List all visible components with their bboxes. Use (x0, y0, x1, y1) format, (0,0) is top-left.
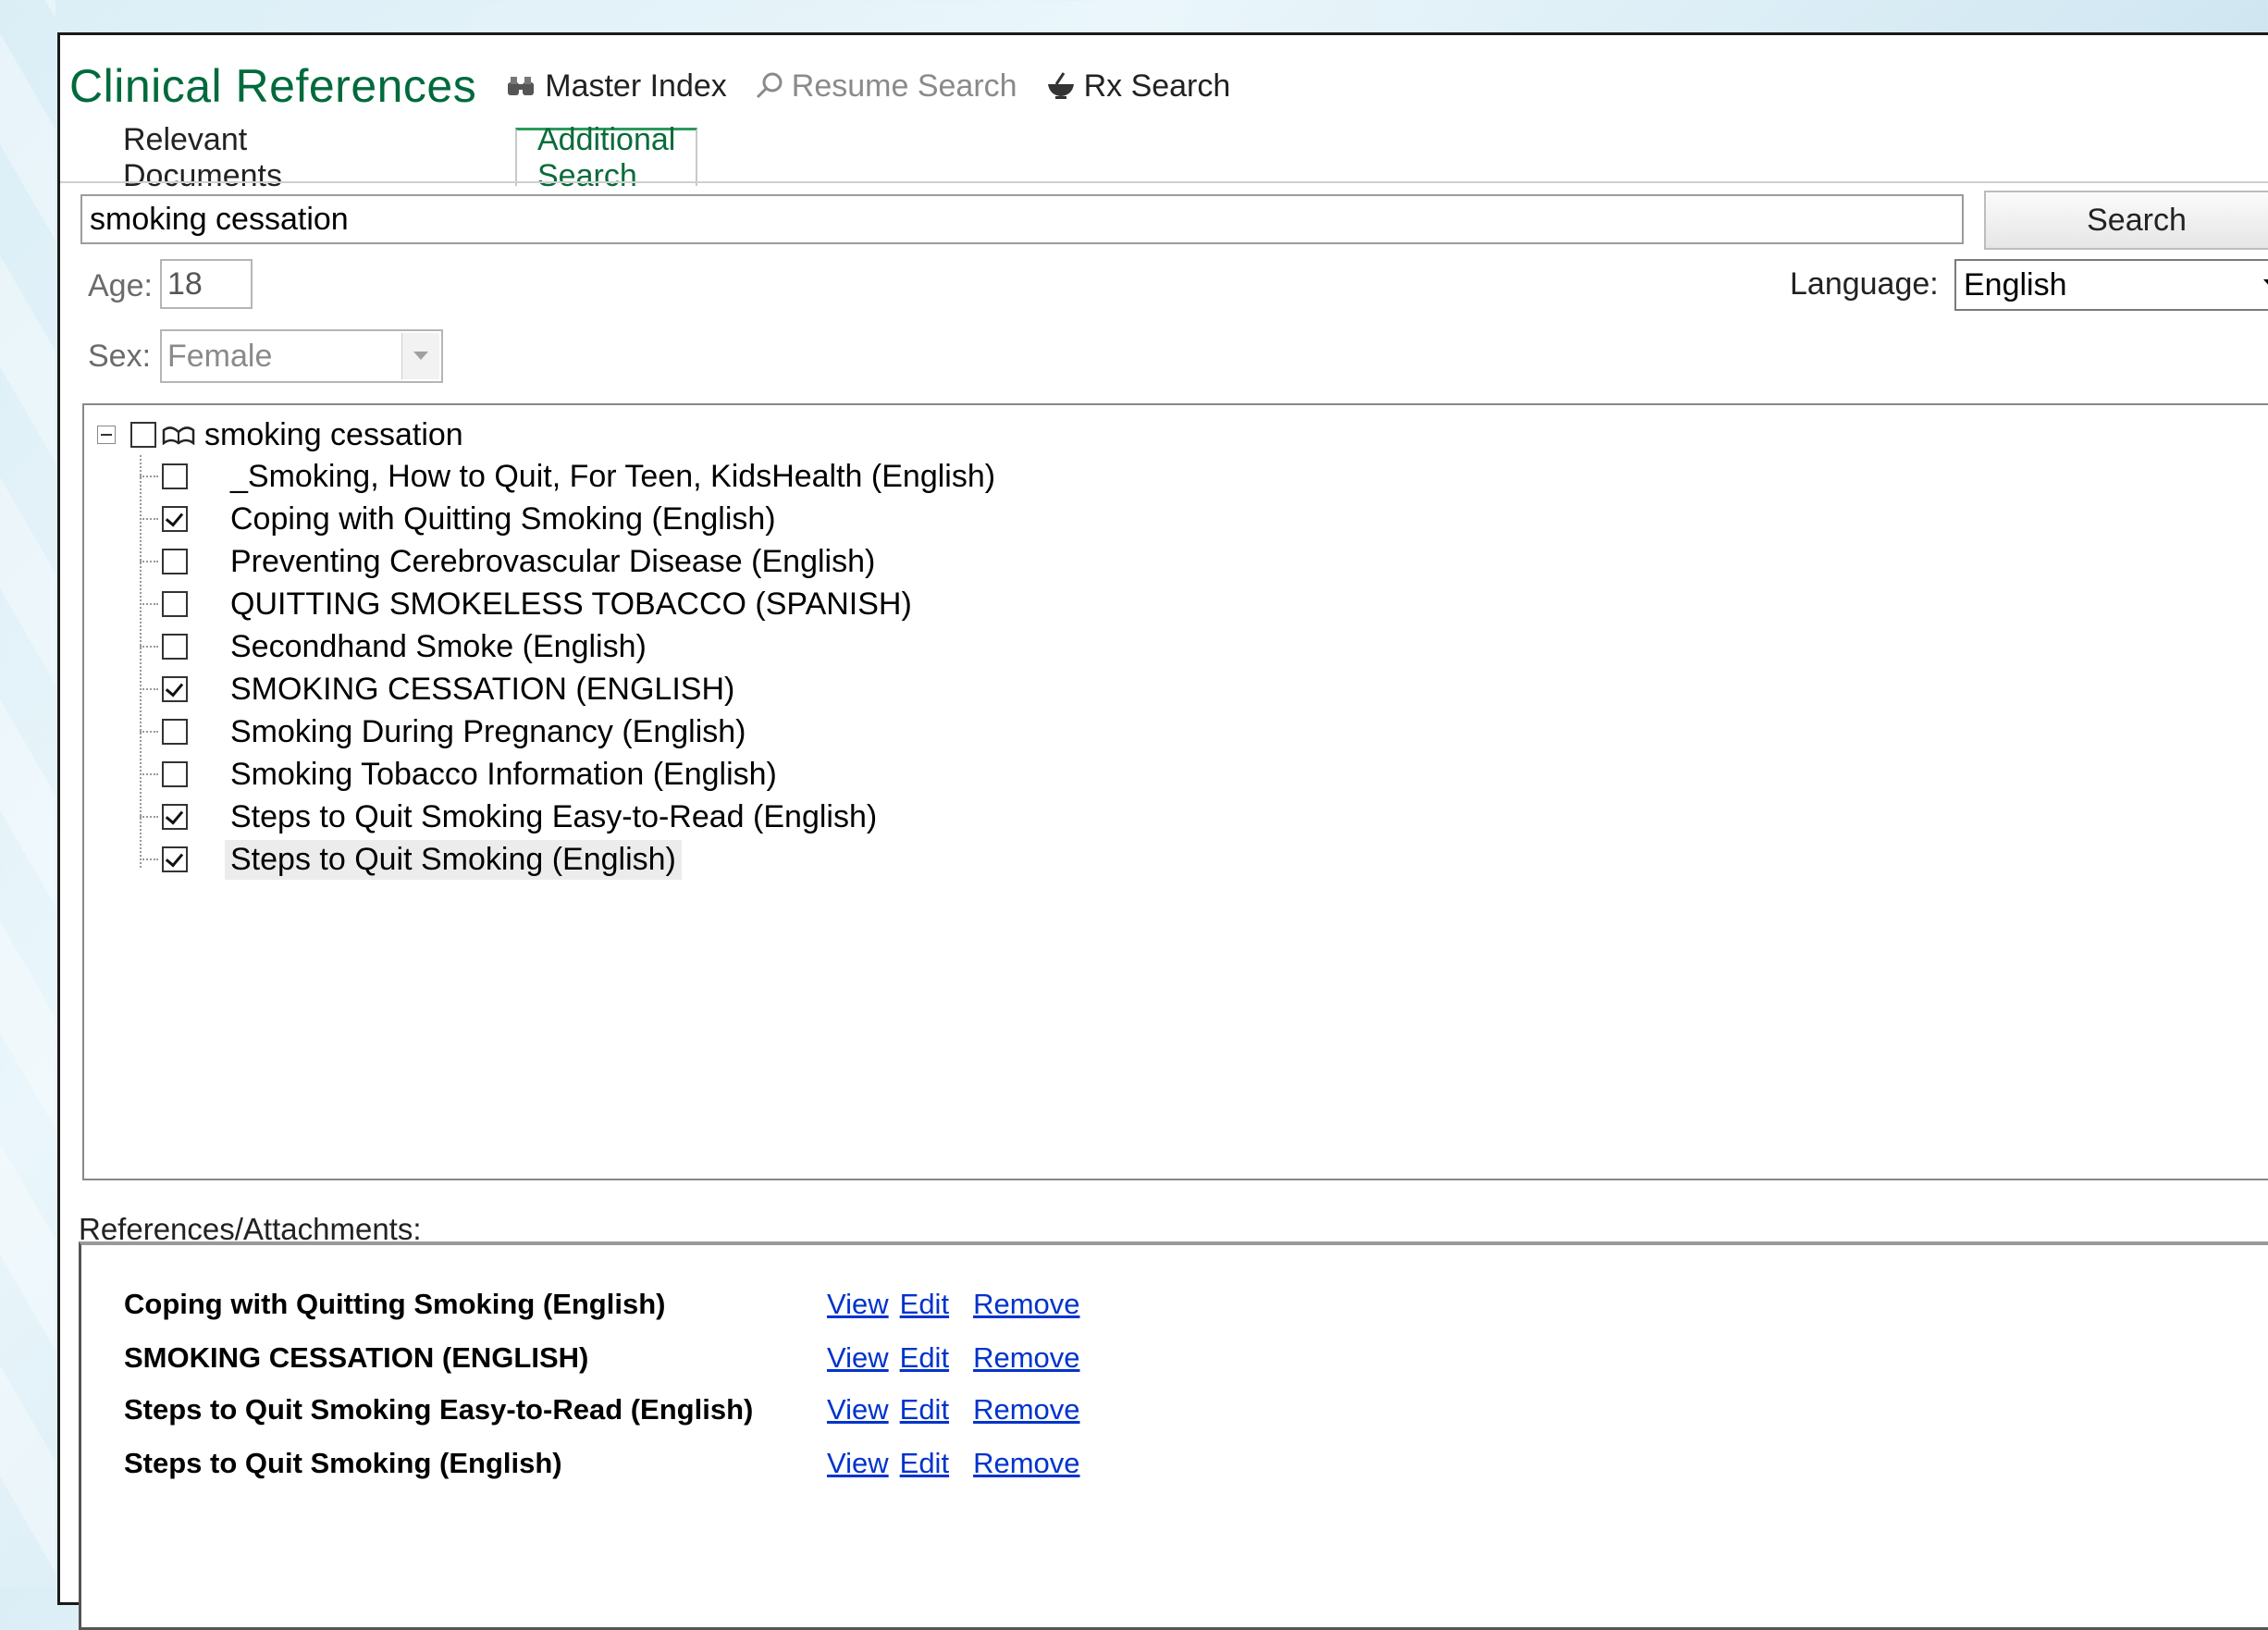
tree-connector (140, 773, 158, 775)
tab-divider (60, 181, 2268, 183)
tree-item[interactable]: SMOKING CESSATION (ENGLISH) (140, 668, 740, 710)
tree-connector (140, 475, 158, 477)
sex-value: Female (167, 338, 273, 374)
edit-link[interactable]: Edit (900, 1288, 949, 1321)
resume-search-label: Resume Search (791, 68, 1017, 104)
chevron-down-icon[interactable] (2263, 279, 2268, 289)
tree-item[interactable]: Smoking During Pregnancy (English) (140, 710, 751, 753)
binoculars-icon (508, 77, 535, 95)
sex-select[interactable]: Female (160, 329, 443, 383)
tab-relevant-documents[interactable]: Relevant Documents (103, 122, 302, 193)
view-link[interactable]: View (827, 1288, 889, 1321)
tree-item-checkbox[interactable] (162, 549, 188, 574)
age-field[interactable]: 18 (160, 259, 253, 309)
tree-item[interactable]: Smoking Tobacco Information (English) (140, 753, 783, 796)
reference-row: Steps to Quit Smoking (English) View Edi… (124, 1445, 1091, 1482)
edit-link[interactable]: Edit (900, 1341, 949, 1375)
reference-row: Steps to Quit Smoking Easy-to-Read (Engl… (124, 1391, 1091, 1428)
master-index-button[interactable]: Master Index (506, 68, 727, 105)
tree-root[interactable]: smoking cessation (97, 416, 463, 453)
tree-item-checkbox[interactable] (162, 719, 188, 745)
tree-item[interactable]: Secondhand Smoke (English) (140, 625, 652, 668)
tree-connector (140, 688, 158, 690)
search-button[interactable]: Search (1984, 191, 2268, 250)
reference-name: Steps to Quit Smoking Easy-to-Read (Engl… (124, 1393, 754, 1426)
tree-item[interactable]: Coping with Quitting Smoking (English) (140, 498, 782, 540)
tree-item-label: QUITTING SMOKELESS TOBACCO (SPANISH) (230, 586, 912, 622)
tree-item-label: Steps to Quit Smoking (English) (225, 839, 682, 880)
sex-label: Sex: (88, 339, 152, 374)
remove-link[interactable]: Remove (973, 1341, 1079, 1375)
tree-item-checkbox[interactable] (162, 761, 188, 787)
collapse-icon[interactable] (97, 426, 116, 444)
reference-row: SMOKING CESSATION (ENGLISH) View Edit Re… (124, 1340, 1091, 1377)
tree-item-checkbox[interactable] (162, 804, 188, 830)
mortar-pestle-icon (1047, 72, 1074, 99)
rx-search-button[interactable]: Rx Search (1045, 68, 1231, 105)
reference-name: Steps to Quit Smoking (English) (124, 1447, 562, 1479)
tree-item-label: Smoking During Pregnancy (English) (230, 713, 746, 749)
tree-item[interactable]: QUITTING SMOKELESS TOBACCO (SPANISH) (140, 583, 918, 625)
reference-row: Coping with Quitting Smoking (English) V… (124, 1286, 1091, 1323)
tree-root-label: smoking cessation (204, 416, 463, 452)
age-label: Age: (88, 268, 153, 303)
remove-link[interactable]: Remove (973, 1393, 1079, 1426)
root-checkbox[interactable] (130, 422, 156, 448)
tree-item[interactable]: Preventing Cerebrovascular Disease (Engl… (140, 540, 881, 583)
reference-name: SMOKING CESSATION (ENGLISH) (124, 1341, 589, 1374)
tree-connector (140, 518, 158, 520)
resume-search-button[interactable]: Resume Search (755, 68, 1017, 105)
edit-link[interactable]: Edit (900, 1393, 949, 1426)
tree-item-checkbox[interactable] (162, 634, 188, 660)
tree-item-checkbox[interactable] (162, 591, 188, 617)
tree-item-checkbox[interactable] (162, 506, 188, 532)
tree-item-selected[interactable]: Steps to Quit Smoking (English) (140, 838, 682, 881)
magnifier-icon (756, 72, 783, 99)
desktop-background (0, 0, 55, 1587)
tab-additional-search[interactable]: Additional Search (515, 122, 698, 193)
tree-connector (140, 646, 158, 648)
language-select[interactable]: English (1954, 259, 2268, 311)
master-index-label: Master Index (545, 68, 727, 104)
clinical-references-window: Clinical References Master Index Resume … (57, 32, 2268, 1630)
chevron-down-icon[interactable] (401, 333, 439, 379)
tree-item-checkbox[interactable] (162, 846, 188, 872)
tree-item-checkbox[interactable] (162, 676, 188, 702)
remove-link[interactable]: Remove (973, 1288, 1079, 1321)
edit-link[interactable]: Edit (900, 1447, 949, 1480)
tree-item-label: Coping with Quitting Smoking (English) (230, 500, 776, 537)
view-link[interactable]: View (827, 1393, 889, 1426)
tree-item-label: Secondhand Smoke (English) (230, 628, 647, 664)
tree-connector (140, 603, 158, 605)
page-title: Clinical References (69, 60, 477, 112)
tree-connector (140, 858, 158, 860)
tree-item-label: Smoking Tobacco Information (English) (230, 756, 777, 792)
search-input[interactable] (80, 194, 1964, 244)
tree-item-checkbox[interactable] (162, 463, 188, 489)
tree-item-label: SMOKING CESSATION (ENGLISH) (230, 671, 735, 707)
tree-connector (140, 731, 158, 733)
rx-search-label: Rx Search (1083, 68, 1231, 104)
tree-connector (140, 816, 158, 818)
title-bar: Clinical References Master Index Resume … (69, 54, 1258, 118)
tree-connector (140, 561, 158, 562)
language-value: English (1964, 266, 2067, 303)
tree-item[interactable]: _Smoking, How to Quit, For Teen, KidsHea… (140, 455, 1001, 498)
tree-item-label: Steps to Quit Smoking Easy-to-Read (Engl… (230, 798, 878, 834)
document-tree: smoking cessation _Smoking, How to Quit,… (82, 403, 2268, 1180)
tree-item-label: Preventing Cerebrovascular Disease (Engl… (230, 543, 876, 579)
view-link[interactable]: View (827, 1447, 889, 1480)
tree-item-label: _Smoking, How to Quit, For Teen, KidsHea… (230, 458, 996, 494)
view-link[interactable]: View (827, 1341, 889, 1375)
references-list: Coping with Quitting Smoking (English) V… (79, 1241, 2268, 1630)
language-label: Language: (1790, 266, 1939, 302)
tree-item[interactable]: Steps to Quit Smoking Easy-to-Read (Engl… (140, 796, 882, 838)
remove-link[interactable]: Remove (973, 1447, 1079, 1480)
book-icon (162, 426, 195, 445)
reference-name: Coping with Quitting Smoking (English) (124, 1288, 666, 1320)
